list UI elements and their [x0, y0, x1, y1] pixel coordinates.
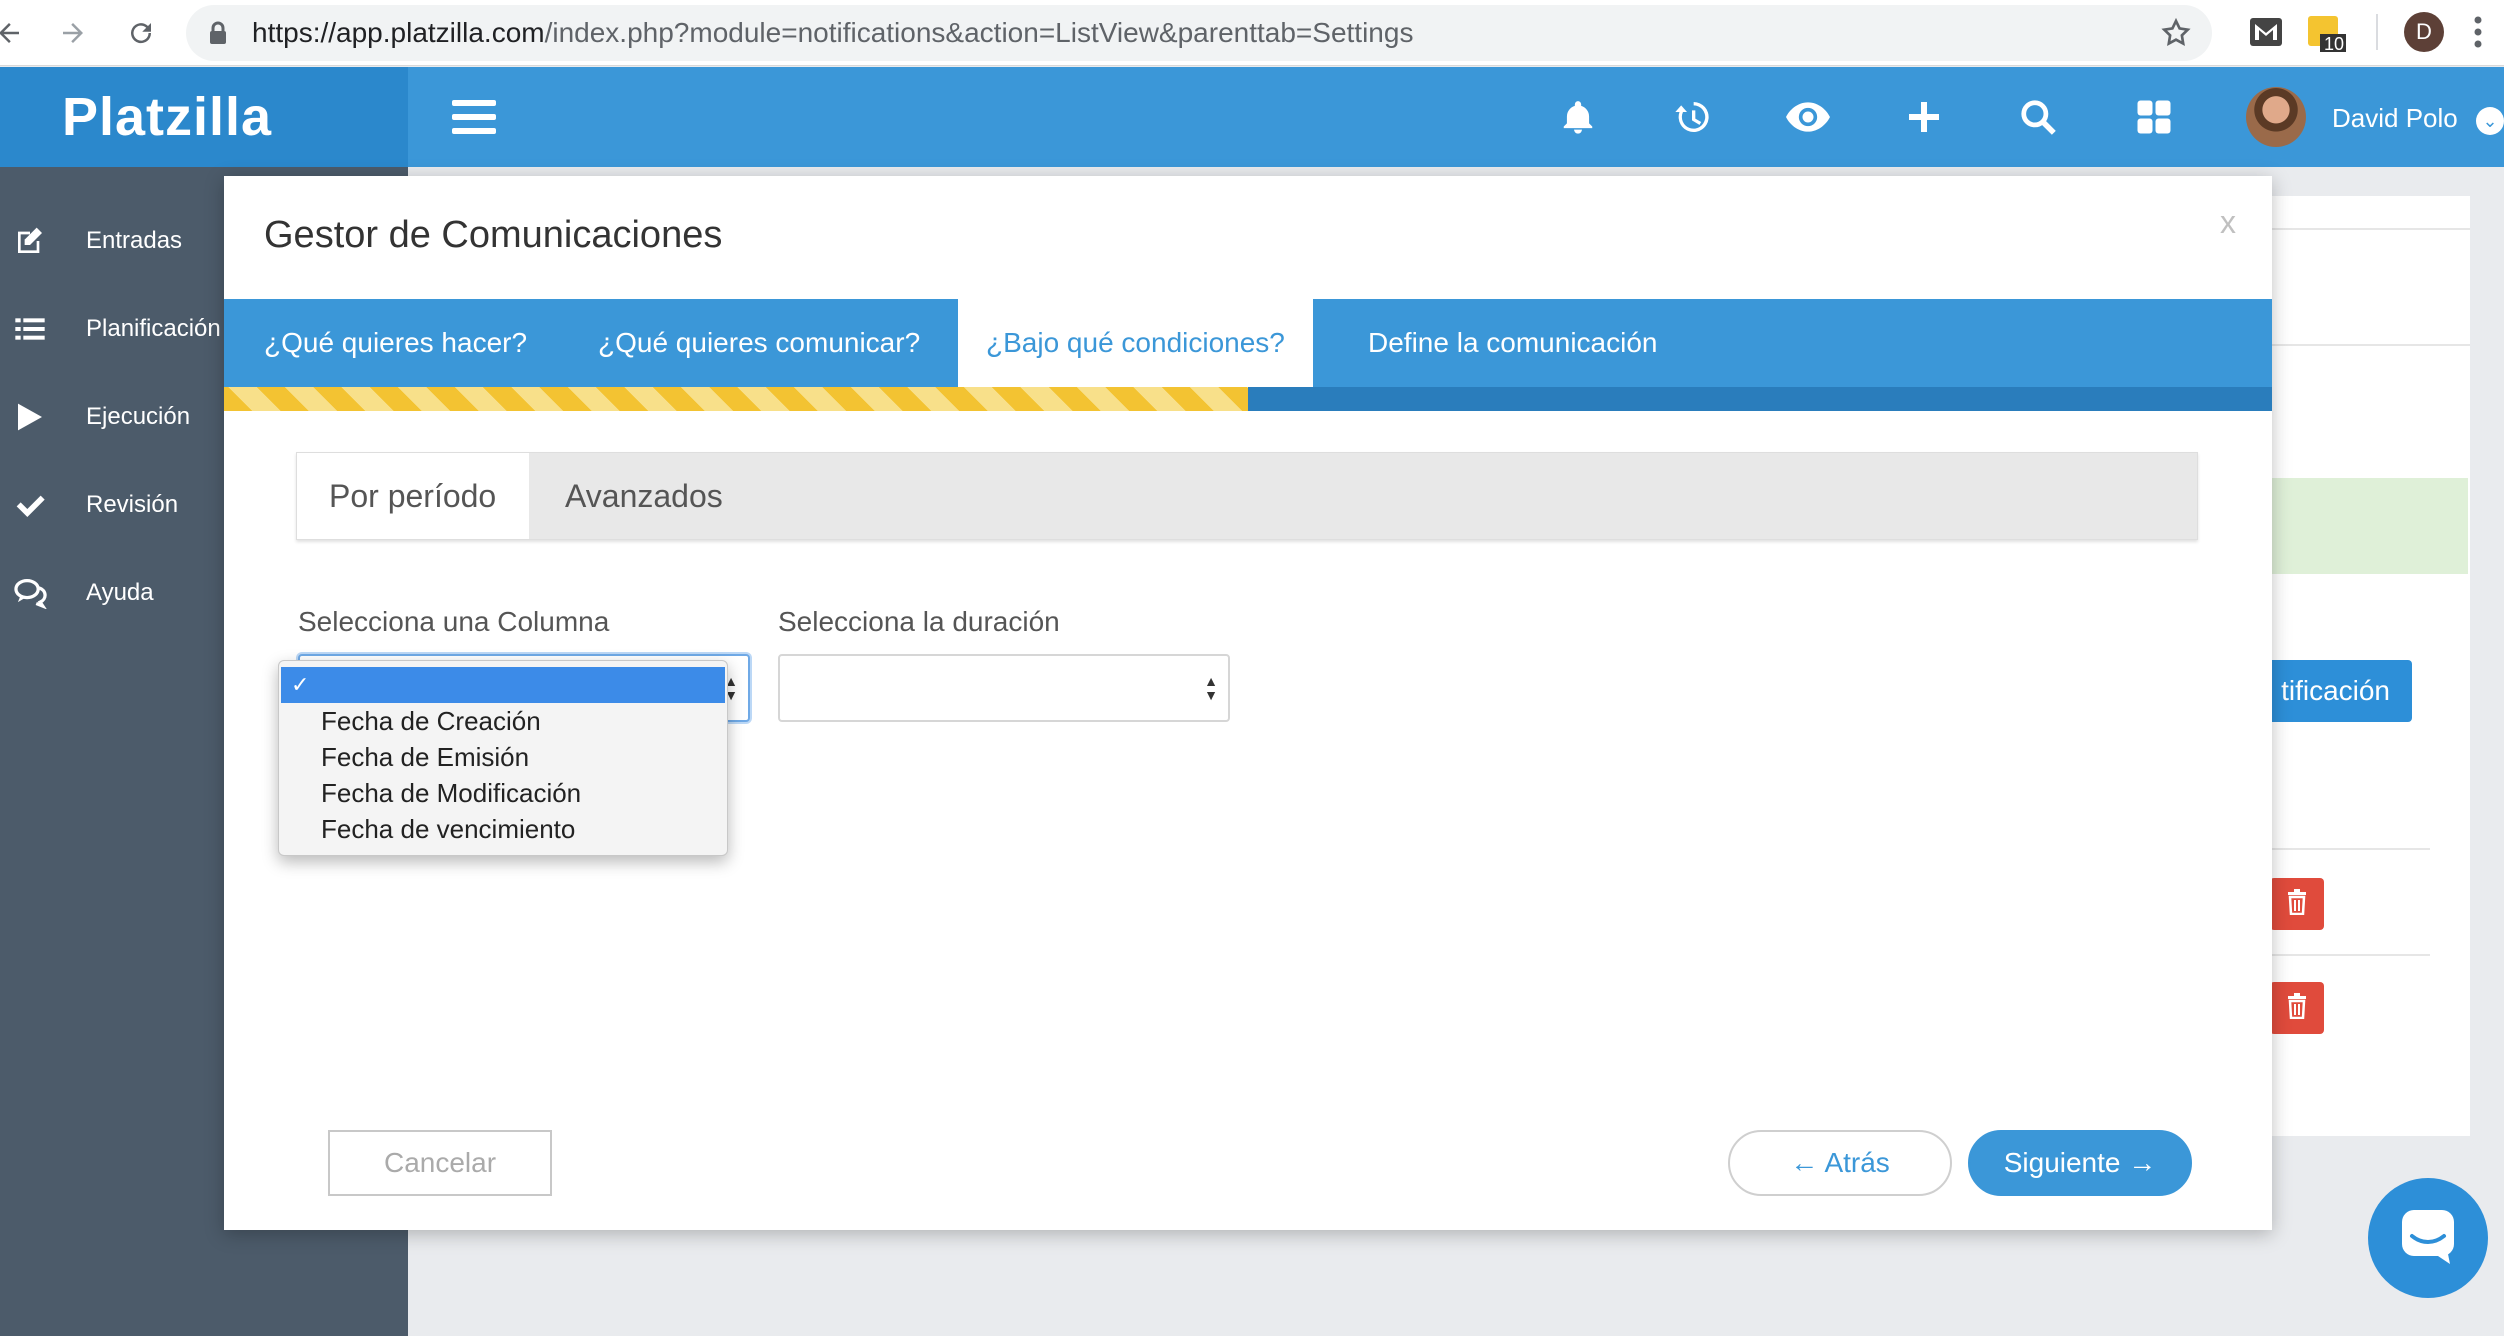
- browser-toolbar: https://app.platzilla.com/index.php?modu…: [0, 0, 2504, 66]
- select-arrows-icon: ▲ ▼: [1204, 673, 1218, 703]
- browser-menu-icon[interactable]: [2474, 14, 2482, 50]
- user-name[interactable]: David Polo: [2332, 103, 2458, 134]
- app-header: Platzilla David Polo ⌄: [0, 67, 2504, 167]
- address-bar[interactable]: https://app.platzilla.com/index.php?modu…: [186, 5, 2212, 61]
- support-chat-button[interactable]: [2368, 1178, 2488, 1298]
- chevron-down-icon[interactable]: ⌄: [2476, 107, 2504, 135]
- check-icon: [14, 489, 46, 521]
- cancel-button[interactable]: Cancelar: [328, 1130, 552, 1196]
- condition-subtabs: Por período Avanzados: [296, 452, 2198, 540]
- extension-badge: 10: [2324, 34, 2345, 54]
- grid-icon[interactable]: [2132, 95, 2176, 139]
- success-alert: [2260, 478, 2468, 574]
- back-button[interactable]: ← Atrás: [1728, 1130, 1952, 1196]
- play-icon: [14, 401, 46, 433]
- reload-icon[interactable]: [118, 10, 164, 56]
- close-icon[interactable]: x: [2220, 204, 2236, 241]
- divider: [2270, 228, 2470, 230]
- edit-icon: [14, 225, 46, 257]
- duration-select[interactable]: ▲ ▼: [778, 654, 1230, 722]
- list-icon: [14, 313, 46, 345]
- dropdown-option[interactable]: Fecha de vencimiento: [279, 811, 727, 847]
- sidebar-item-label: Planificación: [86, 315, 221, 342]
- column-select-label: Selecciona una Columna: [298, 606, 610, 637]
- delete-button[interactable]: [2270, 982, 2324, 1034]
- calendar-extension-icon[interactable]: 10: [2306, 14, 2346, 54]
- search-icon[interactable]: [2016, 95, 2060, 139]
- back-arrow-icon[interactable]: [0, 10, 32, 56]
- bookmark-star-icon[interactable]: [2160, 17, 2192, 54]
- toolbar-divider: [2376, 14, 2378, 50]
- dropdown-option[interactable]: Fecha de Emisión: [279, 739, 727, 775]
- wizard-step-what-to-communicate[interactable]: ¿Qué quieres comunicar?: [598, 299, 920, 387]
- communications-modal: Gestor de Comunicaciones x ¿Qué quieres …: [224, 176, 2272, 1230]
- sidebar-item-label: Entradas: [86, 227, 183, 254]
- next-button[interactable]: Siguiente →: [1968, 1130, 2192, 1196]
- trash-icon: [2285, 888, 2309, 920]
- delete-button[interactable]: [2270, 878, 2324, 930]
- chat-icon: [14, 577, 48, 610]
- hamburger-menu-icon[interactable]: [452, 100, 496, 134]
- dropdown-option[interactable]: Fecha de Modificación: [279, 775, 727, 811]
- column-dropdown-list: ✓ Fecha de Creación Fecha de Emisión Fec…: [278, 660, 728, 856]
- user-avatar[interactable]: [2246, 87, 2306, 147]
- eye-icon[interactable]: [1786, 95, 1830, 139]
- profile-avatar[interactable]: D: [2404, 12, 2444, 52]
- wizard-progress-bar: [224, 387, 2272, 411]
- wizard-step-conditions[interactable]: ¿Bajo qué condiciones?: [958, 299, 1313, 387]
- chat-bubble-icon: [2398, 1206, 2458, 1271]
- checkmark-icon: ✓: [291, 672, 310, 697]
- trash-icon: [2285, 992, 2309, 1024]
- gmail-extension-icon[interactable]: [2248, 14, 2284, 50]
- duration-select-label: Selecciona la duración: [778, 606, 1060, 637]
- modal-title: Gestor de Comunicaciones: [264, 214, 723, 256]
- bell-icon[interactable]: [1556, 95, 1600, 139]
- progress-fill: [224, 387, 1248, 411]
- wizard-steps: ¿Qué quieres hacer? ¿Qué quieres comunic…: [224, 299, 2272, 387]
- url-text: https://app.platzilla.com/index.php?modu…: [252, 17, 1414, 48]
- wizard-step-what-to-do[interactable]: ¿Qué quieres hacer?: [264, 299, 527, 387]
- dropdown-option-empty[interactable]: ✓: [281, 667, 725, 703]
- divider: [2270, 954, 2430, 956]
- forward-arrow-icon[interactable]: [50, 10, 96, 56]
- divider: [2270, 344, 2470, 346]
- history-icon[interactable]: [1670, 95, 1714, 139]
- sidebar-item-label: Revisión: [86, 491, 179, 518]
- brand-logo[interactable]: Platzilla: [0, 67, 408, 167]
- plus-icon[interactable]: [1902, 95, 1946, 139]
- dropdown-option[interactable]: Fecha de Creación: [279, 703, 727, 739]
- divider: [2270, 848, 2430, 850]
- tab-por-periodo[interactable]: Por período: [297, 453, 529, 539]
- wizard-step-define[interactable]: Define la comunicación: [1368, 299, 1658, 387]
- lock-icon: [208, 21, 228, 50]
- sidebar-item-label: Ayuda: [86, 579, 154, 606]
- sidebar-item-label: Ejecución: [86, 403, 191, 430]
- tab-avanzados[interactable]: Avanzados: [565, 453, 723, 539]
